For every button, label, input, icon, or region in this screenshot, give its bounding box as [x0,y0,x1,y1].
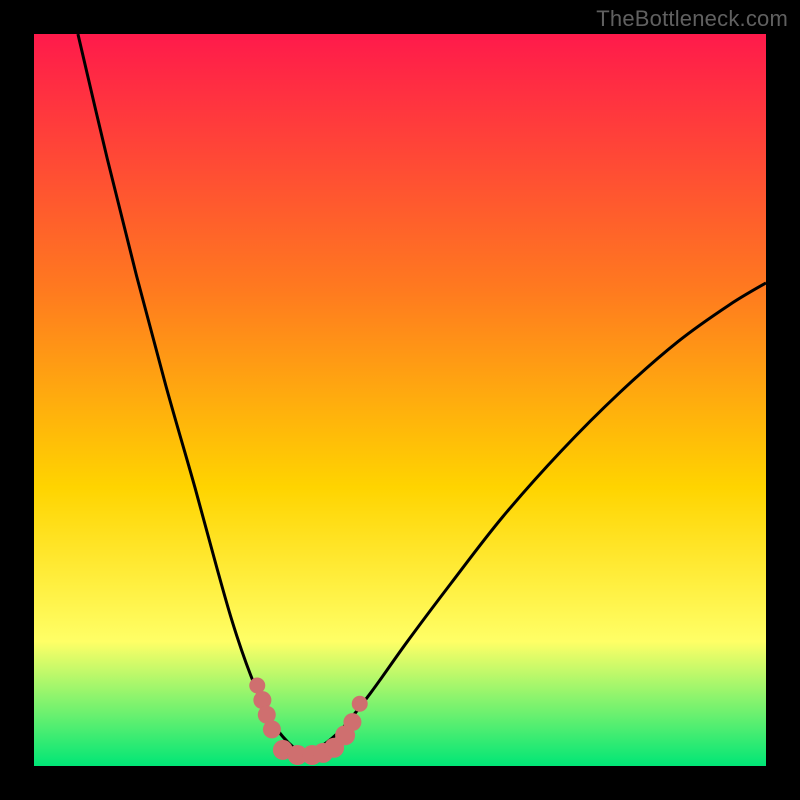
data-marker [343,713,361,731]
watermark-text: TheBottleneck.com [596,6,788,32]
data-marker [263,720,281,738]
plot-background [34,34,766,766]
data-marker [352,696,368,712]
chart-container: { "watermark": "TheBottleneck.com", "col… [0,0,800,800]
bottleneck-chart [0,0,800,800]
data-marker [249,677,265,693]
